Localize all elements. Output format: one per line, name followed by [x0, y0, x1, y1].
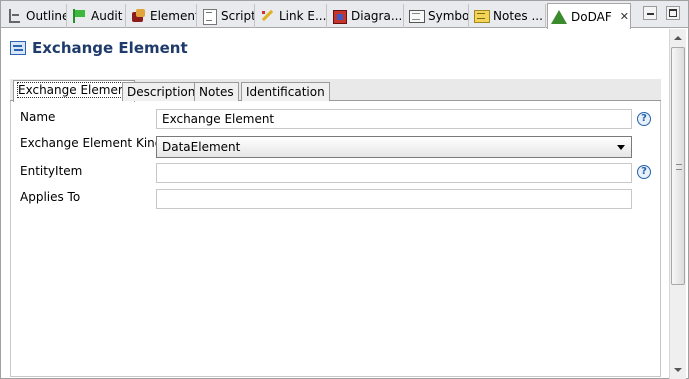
name-label: Name [20, 110, 56, 124]
maximize-button[interactable] [666, 6, 680, 20]
minimize-button[interactable] [643, 6, 657, 20]
page-header: Exchange Element [10, 39, 188, 57]
grip-icon [676, 164, 682, 170]
entity-item-label: EntityItem [20, 164, 83, 178]
exchange-element-icon [10, 41, 26, 55]
tab-notes-page[interactable]: Notes [194, 82, 239, 101]
element-icon [130, 8, 146, 24]
diagram-icon [331, 8, 347, 24]
tab-link-e[interactable]: Link E... [256, 4, 327, 28]
tab-outline[interactable]: Outline [3, 4, 67, 28]
tab-audit-label: Audit [91, 9, 123, 23]
tab-identification-label: Identification [246, 85, 325, 99]
applies-to-field[interactable] [156, 189, 632, 209]
view-tab-strip: Outline Audit Element Script Link E... D… [1, 1, 688, 29]
tab-dodaf-label: DoDAF [571, 9, 612, 24]
close-icon[interactable]: ✕ [620, 10, 629, 23]
scroll-up-icon[interactable] [670, 30, 686, 46]
tab-diagram[interactable]: Diagra... [328, 4, 404, 28]
applies-to-label: Applies To [20, 190, 81, 204]
tab-audit[interactable]: Audit [68, 4, 126, 28]
entity-item-help-icon[interactable]: ? [637, 165, 651, 179]
exchange-element-kind-select[interactable]: DataElement [156, 136, 632, 158]
tab-notes-page-label: Notes [199, 85, 234, 99]
chevron-down-icon [617, 145, 625, 150]
dodaf-icon [551, 10, 567, 24]
tab-diagram-label: Diagra... [351, 9, 403, 23]
tab-identification[interactable]: Identification [241, 82, 330, 101]
tab-dodaf[interactable]: DoDAF ✕ [547, 3, 631, 29]
symbol-icon [408, 8, 425, 24]
minimize-icon [647, 13, 654, 15]
tab-element-label: Element [150, 9, 197, 23]
tab-exchange-element-label: Exchange Element [16, 82, 132, 98]
tab-description-label: Description [127, 85, 196, 99]
tab-notes-label: Notes ... [493, 9, 543, 23]
outline-icon [6, 8, 22, 24]
tab-element[interactable]: Element [127, 4, 197, 28]
entity-item-field[interactable] [156, 163, 632, 183]
notes-icon [473, 8, 490, 24]
tab-outline-label: Outline [26, 9, 67, 23]
name-field[interactable]: Exchange Element [156, 109, 632, 129]
tab-link-e-label: Link E... [279, 9, 327, 23]
property-tab-strip: Exchange Element Description Notes Ident… [10, 79, 661, 102]
page-title: Exchange Element [32, 39, 188, 57]
tab-notes[interactable]: Notes ... [470, 4, 546, 28]
link-icon [259, 8, 275, 24]
audit-flag-icon [71, 8, 87, 24]
tab-symbol-label: Symbol [428, 9, 469, 23]
tab-script-label: Script [221, 9, 255, 23]
script-icon [201, 8, 217, 25]
dodaf-view-frame: Outline Audit Element Script Link E... D… [0, 0, 689, 379]
tab-script[interactable]: Script [198, 4, 255, 28]
tab-description[interactable]: Description [122, 82, 201, 101]
vertical-scrollbar[interactable] [669, 29, 686, 379]
scroll-down-icon[interactable] [670, 362, 686, 378]
tab-exchange-element[interactable]: Exchange Element [13, 80, 136, 102]
tab-symbol[interactable]: Symbol [405, 4, 469, 28]
exchange-element-kind-label: Exchange Element Kind [20, 136, 163, 150]
exchange-element-kind-value: DataElement [162, 140, 241, 154]
name-help-icon[interactable]: ? [637, 112, 651, 126]
scrollbar-thumb[interactable] [671, 47, 685, 285]
maximize-icon [669, 9, 677, 17]
